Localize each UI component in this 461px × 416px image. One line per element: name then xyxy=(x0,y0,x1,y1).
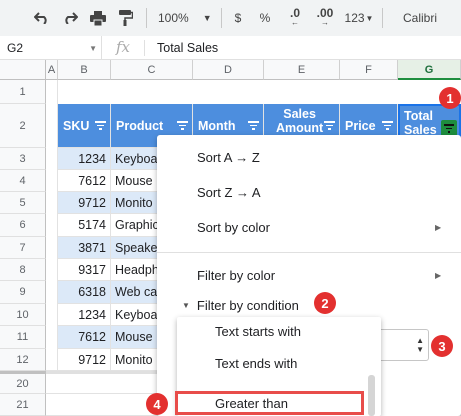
menu-divider xyxy=(157,252,461,253)
menu-item-sort-by-color[interactable]: Sort by color ▶ xyxy=(157,215,461,239)
sku-cell[interactable]: 5174 xyxy=(58,214,111,237)
row-header[interactable]: 2 xyxy=(0,104,46,148)
row-header[interactable]: 11 xyxy=(0,326,46,349)
condition-option[interactable]: Text starts with xyxy=(177,319,381,343)
filter-icon-active[interactable] xyxy=(441,120,457,136)
column-header-c[interactable]: C xyxy=(111,60,193,80)
row-header[interactable]: 7 xyxy=(0,237,46,259)
chevron-down-icon: ▼ xyxy=(89,43,97,53)
header-cell-sku[interactable]: SKU xyxy=(58,104,111,148)
column-a-cells[interactable] xyxy=(46,80,58,371)
cell-reference: G2 xyxy=(7,41,24,55)
select-arrows-icon: ▲ ▼ xyxy=(416,336,424,354)
chevron-down-icon: ▼ xyxy=(202,13,212,23)
zoom-value: 100% xyxy=(158,11,189,25)
arrow-right-icon: → xyxy=(321,18,329,27)
sku-cell[interactable]: 7612 xyxy=(58,170,111,192)
increase-decimal-button[interactable]: .00 → xyxy=(312,7,338,27)
row-header[interactable]: 21 xyxy=(0,394,46,416)
zoom-select[interactable]: 100% ▼ xyxy=(158,9,216,27)
filter-icon[interactable] xyxy=(324,121,335,130)
condition-list-scrollbar[interactable] xyxy=(368,375,375,416)
row-header[interactable]: 10 xyxy=(0,304,46,326)
select-all-corner[interactable] xyxy=(0,60,46,80)
step-badge-4: 4 xyxy=(146,393,168,415)
condition-list: Text starts with Text ends with Greater … xyxy=(175,317,381,416)
row-header[interactable]: 8 xyxy=(0,259,46,281)
row-header[interactable]: 20 xyxy=(0,371,46,394)
column-header-f[interactable]: F xyxy=(340,60,398,80)
more-formats-button[interactable]: 123 ▼ xyxy=(342,9,376,27)
sku-cell[interactable]: 1234 xyxy=(58,304,111,326)
column-header-g[interactable]: G xyxy=(398,60,461,80)
toolbar: 100% ▼ $ % .0 ← .00 → 123 ▼ Calibri xyxy=(0,0,461,36)
condition-option[interactable]: Text ends with xyxy=(177,351,381,375)
chevron-down-icon: ▼ xyxy=(365,13,374,23)
sku-cell[interactable]: 3871 xyxy=(58,237,111,259)
undo-icon[interactable] xyxy=(32,9,52,27)
percent-button[interactable]: % xyxy=(257,9,273,27)
column-header-b[interactable]: B xyxy=(58,60,111,80)
row-header[interactable]: 5 xyxy=(0,192,46,214)
filter-icon[interactable] xyxy=(177,121,188,130)
sku-cell[interactable]: 6318 xyxy=(58,281,111,304)
redo-icon[interactable] xyxy=(60,9,80,27)
sku-cell[interactable]: 9712 xyxy=(58,192,111,214)
condition-option-greater-than[interactable]: Greater than xyxy=(175,391,364,415)
print-icon[interactable] xyxy=(88,9,108,27)
column-header-e[interactable]: E xyxy=(264,60,340,80)
arrow-left-icon: ← xyxy=(291,18,299,27)
filter-icon[interactable] xyxy=(95,121,106,130)
caret-down-icon: ▼ xyxy=(182,300,190,310)
step-badge-1: 1 xyxy=(439,87,461,109)
menu-item-filter-by-color[interactable]: Filter by color ▶ xyxy=(157,263,461,287)
column-header-a[interactable]: A xyxy=(46,60,58,80)
decrease-decimal-button[interactable]: .0 ← xyxy=(283,7,307,27)
menu-item-sort-az[interactable]: Sort A → Z xyxy=(157,145,461,169)
row-header[interactable]: 9 xyxy=(0,281,46,304)
fx-icon: fx xyxy=(116,38,131,56)
menu-item-sort-za[interactable]: Sort Z → A xyxy=(157,180,461,204)
submenu-arrow-icon: ▶ xyxy=(435,270,442,280)
sku-cell[interactable]: 9712 xyxy=(58,349,111,371)
currency-button[interactable]: $ xyxy=(230,9,246,27)
menu-item-filter-by-condition[interactable]: ▼ Filter by condition xyxy=(157,293,461,317)
filter-icon[interactable] xyxy=(248,121,259,130)
row-header[interactable]: 12 xyxy=(0,349,46,371)
column-header-d[interactable]: D xyxy=(193,60,264,80)
formula-input[interactable]: Total Sales xyxy=(157,41,218,55)
paint-format-icon[interactable] xyxy=(116,9,136,27)
step-badge-3: 3 xyxy=(431,335,453,357)
sku-cell[interactable]: 1234 xyxy=(58,148,111,170)
formula-bar: G2 ▼ fx Total Sales xyxy=(0,36,461,60)
step-badge-2: 2 xyxy=(314,292,336,314)
submenu-arrow-icon: ▶ xyxy=(435,222,442,232)
row-header[interactable]: 1 xyxy=(0,80,46,104)
row-header[interactable]: 6 xyxy=(0,214,46,237)
filter-icon[interactable] xyxy=(382,121,393,130)
sku-cell[interactable]: 9317 xyxy=(58,259,111,281)
row-header[interactable]: 4 xyxy=(0,170,46,192)
sku-cell[interactable]: 7612 xyxy=(58,326,111,349)
name-box[interactable]: G2 ▼ xyxy=(0,36,102,60)
row-header[interactable]: 3 xyxy=(0,148,46,170)
font-select[interactable]: Calibri xyxy=(396,9,444,27)
